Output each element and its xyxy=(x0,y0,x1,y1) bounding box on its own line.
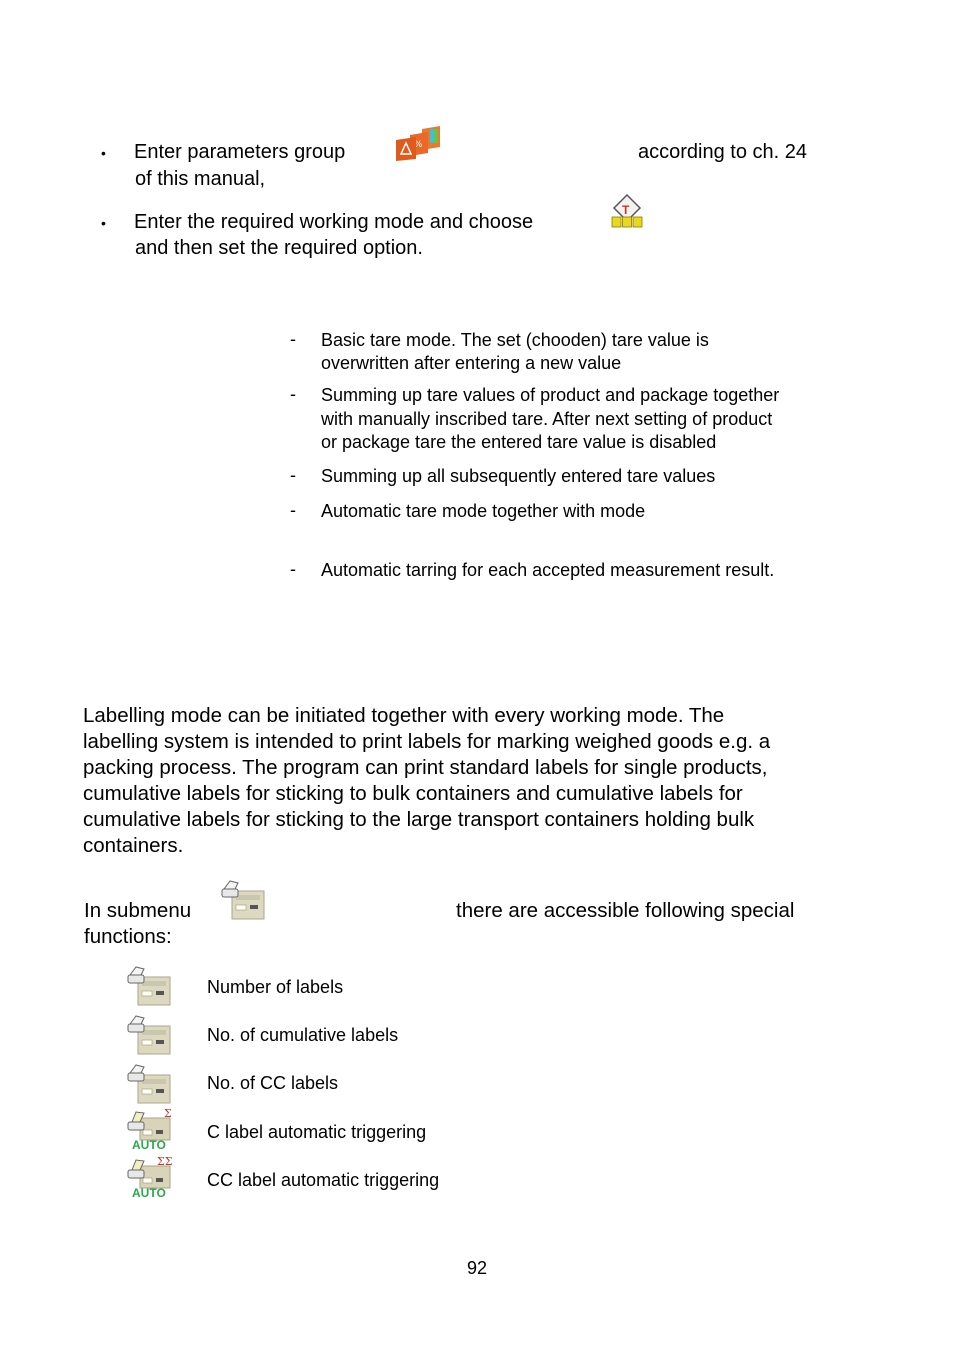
auto-badge: AUTO xyxy=(132,1138,166,1152)
auto-badge: AUTO xyxy=(132,1186,166,1200)
bullet: • xyxy=(101,215,106,231)
tare-option-text: Automatic tarring for each accepted meas… xyxy=(321,560,775,580)
parameters-group-icon: % xyxy=(396,126,440,161)
printer-label-icon xyxy=(127,1015,171,1055)
step-1-text-after: according to ch. 24 xyxy=(638,141,807,163)
function-label: Number of labels xyxy=(207,977,344,997)
printer-label-icon xyxy=(127,966,171,1006)
printer-label-icon xyxy=(221,880,265,920)
step-1-continuation: of this manual, xyxy=(135,168,266,190)
step-2-continuation: and then set the required option. xyxy=(135,237,423,259)
tare-option-text: Basic tare mode. The set (chooden) tare … xyxy=(321,330,709,373)
page-number: 92 xyxy=(466,1258,488,1278)
dash: - xyxy=(290,465,296,485)
submenu-continuation: functions: xyxy=(84,925,172,948)
bullet: • xyxy=(101,145,106,161)
submenu-text-before: In submenu xyxy=(84,899,192,922)
dash: - xyxy=(290,500,296,520)
function-label: CC label automatic triggering xyxy=(207,1170,440,1190)
svg-text:T: T xyxy=(622,203,630,217)
submenu-text-after: there are accessible following special xyxy=(456,899,795,922)
double-sigma-icon: ΣΣ xyxy=(157,1155,173,1168)
printer-label-icon xyxy=(127,1064,171,1104)
dash: - xyxy=(290,559,296,579)
tare-option-text: Summing up all subsequently entered tare… xyxy=(321,466,716,486)
labelling-paragraph: Labelling mode can be initiated together… xyxy=(83,704,771,857)
function-label: No. of cumulative labels xyxy=(207,1025,399,1045)
tare-mode-icon: T xyxy=(611,193,643,228)
auto-cc-label-icon: ΣΣ AUTO xyxy=(126,1155,173,1202)
dash: - xyxy=(290,384,296,404)
auto-c-label-icon: Σ AUTO xyxy=(126,1107,172,1154)
step-1-text: Enter parameters group xyxy=(134,141,346,163)
tare-option-text: Automatic tare mode together with mode xyxy=(321,501,646,521)
function-label: No. of CC labels xyxy=(207,1073,339,1093)
function-label: C label automatic triggering xyxy=(207,1122,427,1142)
tare-option-text: Summing up tare values of product and pa… xyxy=(321,385,780,452)
step-2-text: Enter the required working mode and choo… xyxy=(134,211,534,233)
dash: - xyxy=(290,329,296,349)
sigma-icon: Σ xyxy=(164,1107,172,1120)
